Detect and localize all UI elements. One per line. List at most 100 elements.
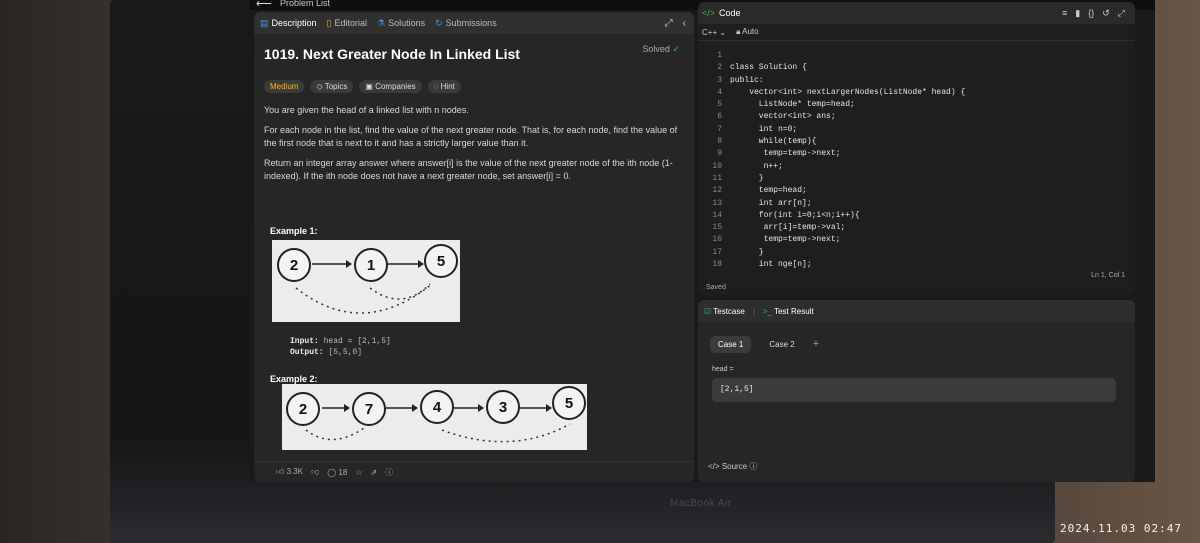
code-text: int n=0; bbox=[730, 124, 798, 134]
problem-title: 1019. Next Greater Node In Linked List bbox=[264, 46, 520, 62]
output-value: [5,5,0] bbox=[328, 348, 363, 357]
back-icon[interactable]: ⟵ bbox=[256, 0, 272, 10]
tab-testcase[interactable]: ☑ Testcase bbox=[704, 307, 745, 316]
example-1-io: Input: head = [2,1,5] Output: [5,5,0] bbox=[290, 336, 391, 358]
description-footer: 👍︎ 3.3K 👎︎ ◯ 18 ☆ ⇗ ⓘ bbox=[254, 461, 694, 482]
code-editor[interactable]: 1 2 class Solution {3 public: 4 vector<int> … bbox=[698, 50, 1135, 275]
code-text: n++; bbox=[730, 161, 783, 171]
thumbs-up-icon: 👍︎ bbox=[276, 467, 285, 476]
problem-list-link[interactable]: Problem List bbox=[280, 0, 330, 8]
code-line: 15 arr[i]=temp->val; bbox=[698, 222, 1135, 234]
companies-badge[interactable]: ▣ Companies bbox=[359, 80, 422, 93]
case-2-tab[interactable]: Case 2 bbox=[761, 336, 802, 353]
code-line: 14 for(int i=0;i<n;i++){ bbox=[698, 210, 1135, 222]
code-text: while(temp){ bbox=[730, 137, 817, 147]
comment-count: 18 bbox=[338, 467, 348, 477]
collapse-icon[interactable]: ‹ bbox=[683, 18, 686, 29]
code-line: 1 bbox=[698, 50, 1135, 62]
thumbs-down-icon[interactable]: 👎︎ bbox=[311, 467, 319, 477]
format-icon[interactable]: ≡ bbox=[1062, 8, 1067, 19]
code-line: 13 int arr[n]; bbox=[698, 198, 1135, 210]
help-icon[interactable]: ⓘ bbox=[385, 467, 393, 478]
code-text: for(int i=0;i<n;i++){ bbox=[730, 210, 860, 220]
line-number: 16 bbox=[712, 235, 722, 245]
description-paragraph-1: You are given the head of a linked list … bbox=[264, 105, 469, 115]
list-node: 2 bbox=[286, 392, 320, 426]
code-text: int nge[n]; bbox=[730, 260, 812, 270]
code-text: public: bbox=[730, 75, 764, 85]
laptop-frame: ⟵ Problem List ▤ Description ▯ Editorial… bbox=[110, 0, 1155, 543]
tab-submissions[interactable]: ↻ Submissions bbox=[435, 18, 497, 29]
solved-status: Solved ✓ bbox=[642, 44, 680, 55]
checkbox-icon: ☑ bbox=[704, 306, 712, 316]
photo-timestamp: 2024.11.03 02:47 bbox=[1060, 522, 1182, 535]
code-text: temp=temp->next; bbox=[730, 149, 841, 159]
topics-badge[interactable]: ◇ Topics bbox=[310, 80, 354, 93]
line-number: 3 bbox=[717, 75, 722, 85]
example-2-title: Example 2: bbox=[270, 374, 318, 384]
line-number: 8 bbox=[717, 137, 722, 147]
fullscreen-icon[interactable]: ⤢ bbox=[1118, 8, 1125, 19]
tab-label: Solutions bbox=[388, 18, 426, 28]
code-text: } bbox=[730, 173, 764, 183]
example-1-diagram: 2 1 5 bbox=[272, 240, 460, 322]
code-icon: </> bbox=[702, 8, 716, 18]
bookmark-icon[interactable]: ▮ bbox=[1075, 8, 1080, 19]
code-line: 12 temp=head; bbox=[698, 185, 1135, 197]
code-line: 10 n++; bbox=[698, 161, 1135, 173]
add-case-icon[interactable]: + bbox=[813, 336, 819, 353]
code-line: 2 class Solution { bbox=[698, 62, 1135, 74]
language-select[interactable]: C++ ⌄ bbox=[702, 28, 726, 37]
like-button[interactable]: 👍︎ 3.3K bbox=[276, 467, 303, 477]
line-number: 10 bbox=[712, 161, 722, 171]
star-icon[interactable]: ☆ bbox=[355, 468, 362, 477]
code-line: 4 vector<int> nextLargerNodes(ListNode* … bbox=[698, 87, 1135, 99]
param-input[interactable]: [2,1,5] bbox=[712, 378, 1116, 402]
lock-icon: ▣ bbox=[365, 82, 373, 91]
braces-icon[interactable]: {} bbox=[1088, 8, 1094, 19]
description-paragraph-2: For each node in the list, find the valu… bbox=[264, 125, 678, 148]
tag-icon: ◇ bbox=[316, 82, 323, 91]
tab-bar: ▤ Description ▯ Editorial ⚗ Solutions ↻ … bbox=[254, 12, 694, 34]
check-circle-icon: ✓ bbox=[672, 44, 680, 54]
case-tabs: Case 1 Case 2 + bbox=[710, 336, 819, 353]
comment-icon: ◯ bbox=[327, 467, 337, 477]
problem-badges: Medium ◇ Topics ▣ Companies ◌ Hint bbox=[264, 80, 461, 93]
topics-label: Topics bbox=[324, 82, 348, 91]
code-text: temp=temp->next; bbox=[730, 235, 841, 245]
line-number: 14 bbox=[712, 210, 722, 220]
case-1-tab[interactable]: Case 1 bbox=[710, 336, 752, 353]
line-number: 7 bbox=[717, 124, 722, 134]
input-label: Input: bbox=[290, 337, 319, 346]
hint-badge[interactable]: ◌ Hint bbox=[427, 80, 461, 93]
auto-mode[interactable]: 🔒︎ Auto bbox=[736, 27, 759, 37]
hint-label: Hint bbox=[440, 82, 455, 91]
code-header: </> Code ≡ ▮ {} ↺ ⤢ bbox=[698, 2, 1135, 24]
like-count: 3.3K bbox=[286, 467, 304, 476]
list-node: 7 bbox=[352, 392, 386, 426]
share-icon[interactable]: ⇗ bbox=[370, 468, 377, 477]
code-line: 8 while(temp){ bbox=[698, 136, 1135, 148]
tab-editorial[interactable]: ▯ Editorial bbox=[327, 18, 367, 29]
code-line: 6 vector<int> ans; bbox=[698, 111, 1135, 123]
info-icon: ⓘ bbox=[749, 462, 758, 471]
tab-label: Submissions bbox=[445, 18, 497, 28]
line-number: 1 bbox=[717, 51, 722, 60]
line-number: 17 bbox=[712, 247, 722, 257]
lightbulb-icon: ◌ bbox=[433, 82, 439, 91]
tab-test-result[interactable]: >_ Test Result bbox=[763, 307, 814, 316]
tab-description[interactable]: ▤ Description bbox=[260, 18, 317, 29]
line-number: 4 bbox=[717, 87, 722, 97]
history-icon: ↻ bbox=[435, 17, 443, 28]
lock-icon: 🔒︎ bbox=[736, 27, 741, 36]
reset-icon[interactable]: ↺ bbox=[1102, 8, 1110, 19]
source-button[interactable]: </> Source ⓘ bbox=[708, 461, 757, 472]
list-node: 2 bbox=[277, 248, 311, 282]
divider: | bbox=[752, 306, 755, 316]
expand-icon[interactable]: ⤢ bbox=[665, 18, 673, 29]
editorial-icon: ▯ bbox=[326, 17, 332, 28]
comments-button[interactable]: ◯ 18 bbox=[327, 468, 347, 477]
code-line: 11 } bbox=[698, 173, 1135, 185]
tab-solutions[interactable]: ⚗ Solutions bbox=[377, 18, 425, 29]
companies-label: Companies bbox=[375, 82, 416, 91]
